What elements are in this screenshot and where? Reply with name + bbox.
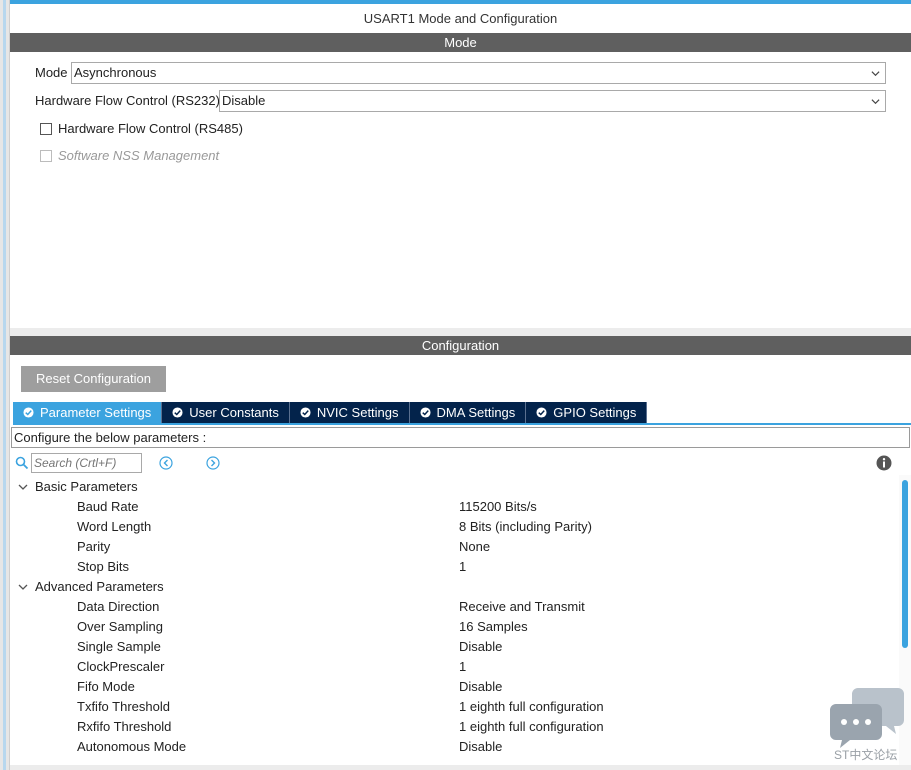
param-value[interactable]: 16 Samples: [459, 617, 528, 637]
chevron-down-icon: [871, 71, 880, 77]
tab-underline: [13, 423, 911, 425]
nss-label: Software NSS Management: [58, 148, 220, 163]
check-circle-icon: [300, 407, 311, 418]
chevron-down-icon: [871, 99, 880, 105]
hw-flow-select-value: Disable: [222, 93, 266, 108]
mode-select[interactable]: Asynchronous: [71, 62, 886, 84]
group-advanced-parameters[interactable]: Advanced Parameters: [35, 577, 164, 597]
tab-nvic-settings[interactable]: NVIC Settings: [289, 402, 410, 423]
bottom-edge: [10, 765, 911, 770]
tab-label: User Constants: [189, 405, 279, 420]
tab-label: DMA Settings: [436, 405, 516, 420]
config-section-header: Configuration: [10, 336, 911, 355]
param-name: Parity: [77, 539, 111, 554]
group-basic-parameters[interactable]: Basic Parameters: [35, 477, 138, 497]
param-name: Stop Bits: [77, 559, 130, 574]
check-circle-icon: [536, 407, 547, 418]
param-name: Autonomous Mode: [77, 739, 187, 754]
param-value[interactable]: 1: [459, 657, 466, 677]
section-divider: [10, 328, 911, 336]
hw-flow-select[interactable]: Disable: [219, 90, 886, 112]
window-title: USART1 Mode and Configuration: [363, 11, 558, 26]
next-arrow-icon[interactable]: [206, 456, 220, 470]
param-name: Over Sampling: [77, 619, 163, 634]
watermark-text: ST中文论坛: [834, 748, 898, 762]
param-value[interactable]: Disable: [459, 677, 502, 697]
left-gutter-stripe: [3, 0, 6, 770]
mode-section-header: Mode: [10, 33, 911, 52]
param-value[interactable]: 1: [459, 557, 466, 577]
parameters-scrollbar-thumb[interactable]: [902, 480, 908, 648]
check-circle-icon: [23, 407, 34, 418]
param-value[interactable]: Disable: [459, 737, 502, 757]
param-value[interactable]: Receive and Transmit: [459, 597, 585, 617]
tab-user-constants[interactable]: User Constants: [162, 402, 290, 423]
tab-label: GPIO Settings: [553, 405, 637, 420]
rs485-checkbox[interactable]: [40, 122, 52, 135]
mode-panel: Mode Asynchronous Hardware Flow Control …: [10, 52, 911, 328]
tab-label: Parameter Settings: [40, 405, 152, 420]
param-name: Txfifo Threshold: [77, 699, 170, 714]
left-gutter: [0, 0, 10, 770]
mode-select-value: Asynchronous: [74, 65, 157, 80]
rs485-checkbox-row[interactable]: Hardware Flow Control (RS485): [40, 121, 243, 136]
param-value[interactable]: 1 eighth full configuration: [459, 697, 604, 717]
nss-checkbox: [40, 149, 52, 162]
reset-configuration-button[interactable]: Reset Configuration: [21, 366, 166, 392]
tab-dma-settings[interactable]: DMA Settings: [409, 402, 527, 423]
nss-checkbox-row: Software NSS Management: [40, 148, 219, 163]
prev-arrow-icon[interactable]: [159, 456, 173, 470]
tab-label: NVIC Settings: [316, 405, 399, 420]
chevron-down-icon[interactable]: [17, 581, 29, 593]
config-tabs: Parameter Settings User Constants NVIC S…: [13, 402, 648, 423]
param-name: Data Direction: [77, 599, 160, 614]
param-value[interactable]: 8 Bits (including Parity): [459, 517, 592, 537]
param-name: Single Sample: [77, 639, 161, 654]
param-value[interactable]: Disable: [459, 637, 502, 657]
param-value[interactable]: 115200 Bits/s: [459, 497, 537, 517]
configure-hint: Configure the below parameters :: [11, 427, 910, 448]
param-name: Rxfifo Threshold: [77, 719, 172, 734]
param-name: ClockPrescaler: [77, 659, 165, 674]
hw-flow-label: Hardware Flow Control (RS232): [35, 93, 220, 108]
param-value[interactable]: None: [459, 537, 490, 557]
param-name: Fifo Mode: [77, 679, 135, 694]
tab-parameter-settings[interactable]: Parameter Settings: [13, 402, 163, 423]
tab-gpio-settings[interactable]: GPIO Settings: [526, 402, 648, 423]
check-circle-icon: [172, 407, 183, 418]
rs485-label: Hardware Flow Control (RS485): [58, 121, 243, 136]
param-name: Word Length: [77, 519, 152, 534]
param-name: Baud Rate: [77, 499, 139, 514]
info-icon[interactable]: [876, 455, 892, 471]
param-value[interactable]: 1 eighth full configuration: [459, 717, 604, 737]
search-input[interactable]: [31, 453, 142, 473]
check-circle-icon: [419, 407, 431, 418]
search-icon: [15, 456, 29, 470]
mode-label: Mode: [35, 65, 68, 80]
chevron-down-icon[interactable]: [17, 481, 29, 493]
